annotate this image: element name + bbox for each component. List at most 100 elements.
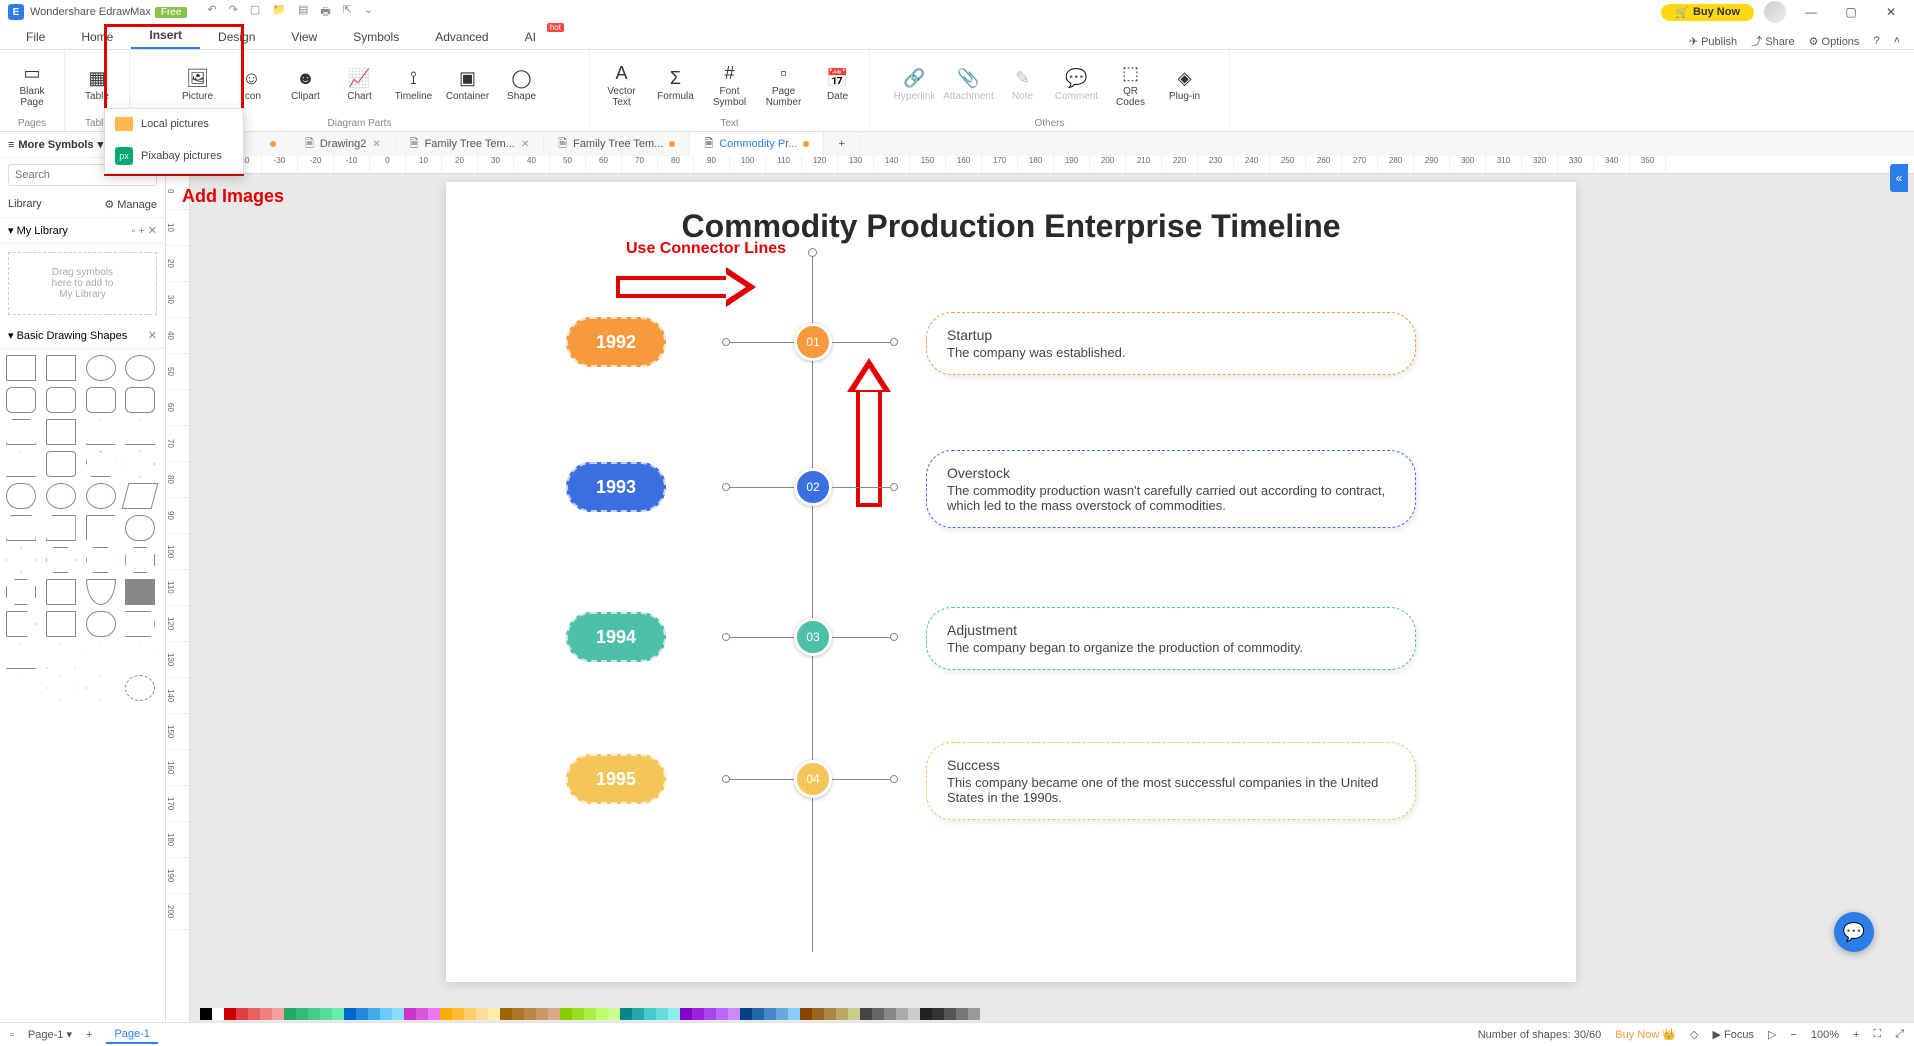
color-swatch[interactable] bbox=[740, 1008, 752, 1020]
color-swatch[interactable] bbox=[320, 1008, 332, 1020]
color-swatch[interactable] bbox=[368, 1008, 380, 1020]
library-label[interactable]: Library bbox=[8, 198, 42, 211]
color-swatch[interactable] bbox=[632, 1008, 644, 1020]
shape-button[interactable]: ◯Shape bbox=[498, 68, 546, 102]
color-swatch[interactable] bbox=[956, 1008, 968, 1020]
shape-26[interactable] bbox=[46, 579, 76, 605]
shape-17[interactable] bbox=[6, 515, 36, 541]
number-circle[interactable]: 01 bbox=[794, 323, 832, 361]
description-box[interactable]: Overstock The commodity production wasn'… bbox=[926, 450, 1416, 528]
collapse-ribbon-icon[interactable]: ˄ bbox=[1894, 35, 1900, 47]
shape-25[interactable] bbox=[6, 579, 36, 605]
color-swatch[interactable] bbox=[332, 1008, 344, 1020]
tab-insert[interactable]: Insert bbox=[131, 23, 200, 49]
shape-24[interactable] bbox=[125, 547, 155, 573]
color-swatch[interactable] bbox=[296, 1008, 308, 1020]
shape-8[interactable] bbox=[125, 419, 155, 445]
my-library-section[interactable]: ▾ My Library bbox=[8, 224, 68, 237]
shape-circle2[interactable] bbox=[125, 355, 155, 381]
tab-ai[interactable]: AIhot bbox=[507, 25, 554, 49]
shape-23[interactable] bbox=[86, 547, 116, 573]
shape-13[interactable] bbox=[6, 483, 36, 509]
shape-12[interactable] bbox=[125, 451, 155, 477]
shape-27[interactable] bbox=[86, 579, 116, 605]
icon-button[interactable]: ☺Icon bbox=[228, 68, 276, 102]
color-swatch[interactable] bbox=[836, 1008, 848, 1020]
close-button[interactable]: ✕ bbox=[1876, 5, 1906, 19]
color-swatch[interactable] bbox=[488, 1008, 500, 1020]
color-swatch[interactable] bbox=[824, 1008, 836, 1020]
manage-button[interactable]: ⚙ Manage bbox=[104, 198, 157, 211]
shape-37[interactable] bbox=[6, 675, 36, 701]
qr-button[interactable]: ⬚QR Codes bbox=[1107, 63, 1155, 108]
color-swatch[interactable] bbox=[728, 1008, 740, 1020]
shape-rounded3[interactable] bbox=[86, 387, 116, 413]
shape-22[interactable] bbox=[46, 547, 76, 573]
shape-10[interactable] bbox=[46, 451, 76, 477]
shape-34[interactable] bbox=[46, 643, 76, 669]
local-pictures-item[interactable]: Local pictures bbox=[105, 109, 243, 139]
chart-button[interactable]: 📈Chart bbox=[336, 68, 384, 102]
save-icon[interactable]: ▤ bbox=[298, 3, 308, 22]
color-swatch[interactable] bbox=[668, 1008, 680, 1020]
color-swatch[interactable] bbox=[236, 1008, 248, 1020]
doc-tab-1[interactable]: 🗎 Drawing2 ✕ bbox=[291, 132, 396, 157]
shape-19[interactable] bbox=[86, 515, 116, 541]
shape-28[interactable] bbox=[125, 579, 155, 605]
plugin-button[interactable]: ◈Plug-in bbox=[1161, 68, 1209, 102]
shape-36[interactable] bbox=[125, 643, 155, 669]
shape-rect[interactable] bbox=[6, 355, 36, 381]
color-swatch[interactable] bbox=[752, 1008, 764, 1020]
color-swatch[interactable] bbox=[464, 1008, 476, 1020]
font-symbol-button[interactable]: #Font Symbol bbox=[706, 63, 754, 108]
shape-7[interactable] bbox=[86, 419, 116, 445]
number-circle[interactable]: 02 bbox=[794, 468, 832, 506]
focus-button[interactable]: ▶ Focus bbox=[1713, 1028, 1754, 1041]
color-swatch[interactable] bbox=[884, 1008, 896, 1020]
shape-33[interactable] bbox=[6, 643, 36, 669]
number-circle[interactable]: 04 bbox=[794, 760, 832, 798]
collapse-right-panel[interactable]: « bbox=[1890, 164, 1908, 192]
color-swatch[interactable] bbox=[944, 1008, 956, 1020]
blank-page-button[interactable]: ▭Blank Page bbox=[8, 63, 56, 108]
avatar[interactable] bbox=[1764, 1, 1786, 23]
shape-39[interactable] bbox=[86, 675, 116, 701]
canvas[interactable]: 🗎 Drawing2 ✕ 🗎 Family Tree Tem... ✕ 🗎 Fa… bbox=[166, 132, 1914, 1022]
share-button[interactable]: ⤴ Share bbox=[1751, 33, 1794, 49]
year-pill[interactable]: 1993 bbox=[566, 462, 666, 512]
shape-15[interactable] bbox=[86, 483, 116, 509]
page-select[interactable]: Page-1 ▾ bbox=[28, 1028, 72, 1041]
shape-31[interactable] bbox=[86, 611, 116, 637]
color-swatch[interactable] bbox=[680, 1008, 692, 1020]
add-tab-button[interactable]: + bbox=[824, 135, 859, 153]
year-pill[interactable]: 1994 bbox=[566, 612, 666, 662]
shape-circle[interactable] bbox=[86, 355, 116, 381]
color-swatch[interactable] bbox=[248, 1008, 260, 1020]
snap-icon[interactable]: ◇ bbox=[1690, 1028, 1698, 1041]
export-icon[interactable]: ⇱ bbox=[343, 3, 352, 22]
color-swatch[interactable] bbox=[920, 1008, 932, 1020]
shape-11[interactable] bbox=[86, 451, 116, 477]
color-swatch[interactable] bbox=[272, 1008, 284, 1020]
basic-shapes-close[interactable]: ✕ bbox=[148, 329, 157, 342]
color-swatch[interactable] bbox=[224, 1008, 236, 1020]
color-swatch[interactable] bbox=[656, 1008, 668, 1020]
tab-view[interactable]: View bbox=[273, 25, 335, 49]
color-swatch[interactable] bbox=[860, 1008, 872, 1020]
tab-file[interactable]: File bbox=[8, 25, 63, 49]
color-swatch[interactable] bbox=[932, 1008, 944, 1020]
date-button[interactable]: 📅Date bbox=[814, 68, 862, 102]
page-number-button[interactable]: ▫Page Number bbox=[760, 63, 808, 108]
color-swatch[interactable] bbox=[788, 1008, 800, 1020]
minimize-button[interactable]: — bbox=[1796, 5, 1826, 19]
color-swatch[interactable] bbox=[512, 1008, 524, 1020]
shape-5[interactable] bbox=[6, 419, 36, 445]
color-swatch[interactable] bbox=[872, 1008, 884, 1020]
fullscreen-icon[interactable]: ⤢ bbox=[1895, 1028, 1904, 1041]
doc-tab-3[interactable]: 🗎 Family Tree Tem... bbox=[544, 132, 690, 157]
shape-6[interactable] bbox=[46, 419, 76, 445]
color-swatch[interactable] bbox=[500, 1008, 512, 1020]
doc-tab-4[interactable]: 🗎 Commodity Pr... bbox=[690, 132, 824, 157]
color-swatch[interactable] bbox=[416, 1008, 428, 1020]
note-button[interactable]: ✎Note bbox=[999, 68, 1047, 102]
